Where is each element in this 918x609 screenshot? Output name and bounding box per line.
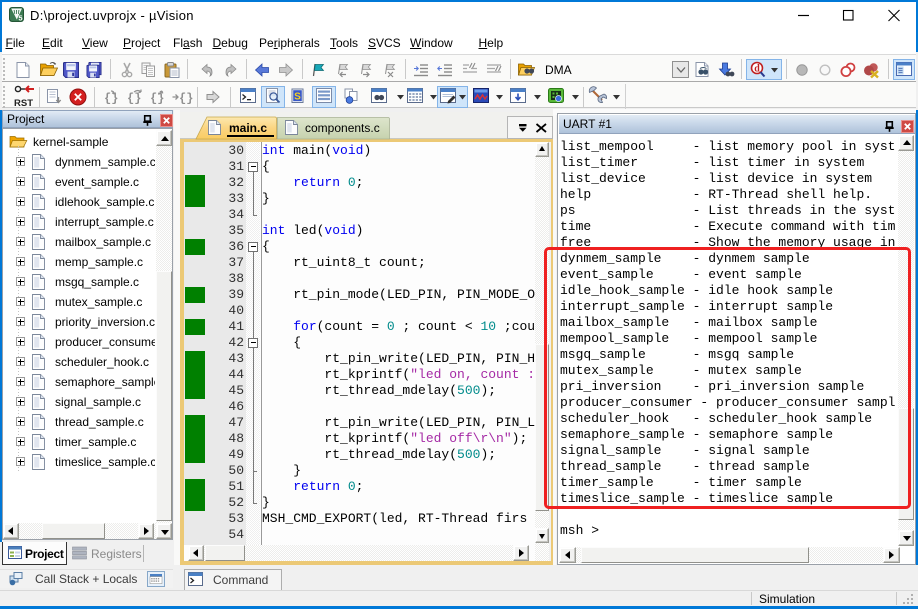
svg-text:5: 5 [18, 13, 22, 22]
svg-text:RST: RST [14, 98, 33, 109]
svg-text:d: d [754, 64, 760, 75]
svg-text:{}: {} [127, 92, 141, 106]
svg-text:S: S [294, 92, 301, 103]
svg-text:{}: {} [104, 92, 118, 106]
svg-text:{}: {} [150, 92, 164, 106]
svg-text:{}: {} [179, 92, 193, 106]
